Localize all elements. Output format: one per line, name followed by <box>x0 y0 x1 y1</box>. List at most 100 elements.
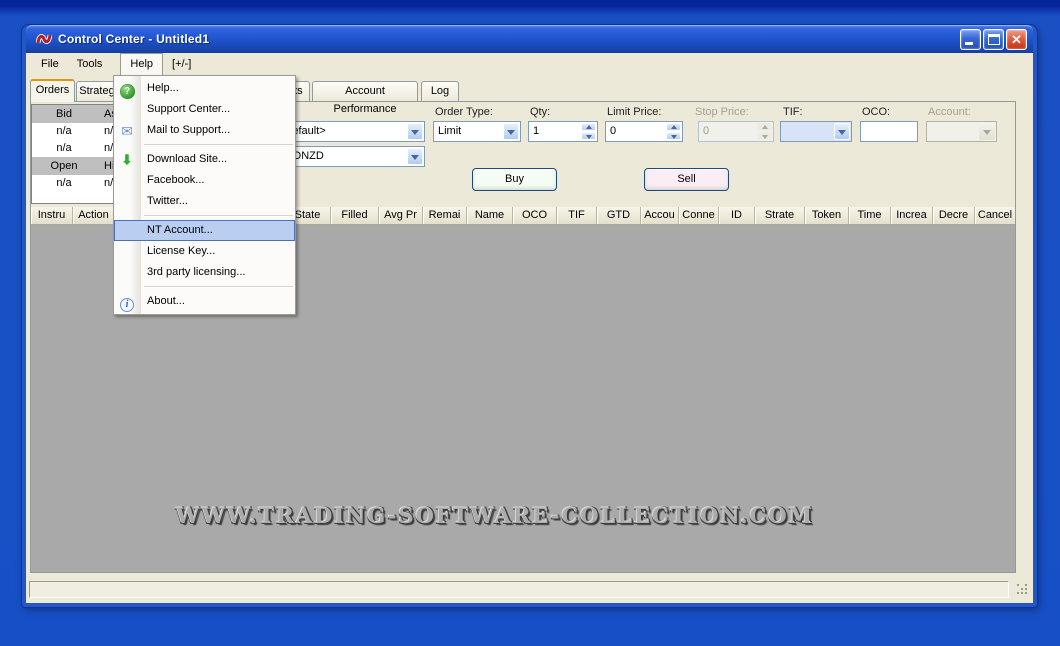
column-header-action[interactable]: Action <box>73 207 115 224</box>
titlebar[interactable]: Control Center - Untitled1 ✕ <box>26 25 1033 53</box>
oco-field[interactable] <box>861 122 917 141</box>
spin-down-icon[interactable] <box>581 132 596 140</box>
column-header-token[interactable]: Token <box>805 207 849 224</box>
bid-value: n/a <box>32 123 96 140</box>
mail-icon: ✉ <box>119 123 135 139</box>
bid-value: n/a <box>32 140 96 157</box>
sell-button[interactable]: Sell <box>644 168 729 191</box>
qty-value: 1 <box>533 125 539 137</box>
spin-down-icon[interactable] <box>666 132 681 140</box>
tab-orders[interactable]: Orders <box>30 79 75 102</box>
column-header-strategy[interactable]: Strate <box>755 207 805 224</box>
menu-item-download-site[interactable]: ⬇ Download Site... <box>114 149 295 170</box>
menu-item-nt-account[interactable]: NT Account... <box>114 220 295 241</box>
column-header-name[interactable]: Name <box>467 207 513 224</box>
menu-item-about[interactable]: i About... <box>114 291 295 312</box>
menu-tools[interactable]: Tools <box>68 53 112 75</box>
qty-stepper[interactable]: 1 <box>528 121 598 142</box>
bid-header: Bid <box>32 105 96 123</box>
open-value: n/a <box>32 175 96 192</box>
menu-file[interactable]: File <box>32 53 68 75</box>
status-bar <box>28 579 1031 600</box>
menu-item-mail-to-support[interactable]: ✉ Mail to Support... <box>114 120 295 141</box>
column-header-id[interactable]: ID <box>719 207 755 224</box>
minimize-icon <box>965 42 973 45</box>
download-icon: ⬇ <box>119 152 135 168</box>
menu-item-label: Mail to Support... <box>147 124 230 136</box>
app-icon <box>36 31 52 47</box>
resize-grip[interactable] <box>1017 584 1029 596</box>
menu-item-label: Support Center... <box>147 103 230 115</box>
column-header-avg-price[interactable]: Avg Pr <box>379 207 423 224</box>
menu-item-support-center[interactable]: Support Center... <box>114 99 295 120</box>
window-title: Control Center - Untitled1 <box>58 32 209 46</box>
menu-item-label: NT Account... <box>147 224 213 236</box>
column-header-oco[interactable]: OCO <box>513 207 557 224</box>
column-header-connection[interactable]: Conne <box>679 207 719 224</box>
chevron-down-icon[interactable] <box>503 123 519 140</box>
tab-account-performance[interactable]: Account Performance <box>312 81 418 101</box>
order-type-combo[interactable]: Limit <box>433 121 521 142</box>
close-button[interactable]: ✕ <box>1006 29 1027 50</box>
menu-item-label: About... <box>147 295 185 307</box>
menu-item-label: License Key... <box>147 245 215 257</box>
menu-item-label: Twitter... <box>147 195 188 207</box>
menu-item-label: Facebook... <box>147 174 204 186</box>
menu-item-license-key[interactable]: License Key... <box>114 241 295 262</box>
order-type-value: Limit <box>438 125 461 137</box>
status-message-field <box>29 581 1009 598</box>
column-header-decrease[interactable]: Decre <box>933 207 975 224</box>
watermark-text: WWW.TRADING-SOFTWARE-COLLECTION.COM <box>31 503 959 528</box>
account-label: Account: <box>928 106 971 119</box>
maximize-icon <box>988 34 1000 45</box>
spin-up-icon[interactable] <box>666 123 681 131</box>
menu-item-facebook[interactable]: Facebook... <box>114 170 295 191</box>
menu-separator <box>144 215 293 217</box>
qty-label: Qty: <box>530 106 550 119</box>
column-header-tif[interactable]: TIF <box>557 207 597 224</box>
spin-up-icon[interactable] <box>581 123 596 131</box>
limit-price-label: Limit Price: <box>607 106 661 119</box>
open-header: Open <box>32 157 96 175</box>
menu-help[interactable]: Help <box>120 53 163 75</box>
stop-price-stepper: 0 <box>698 121 774 142</box>
column-header-time[interactable]: Time <box>849 207 891 224</box>
chevron-down-icon[interactable] <box>834 123 850 140</box>
menu-item-help[interactable]: ? Help... <box>114 78 295 99</box>
chevron-down-icon[interactable] <box>407 148 423 165</box>
column-header-gtd[interactable]: GTD <box>597 207 641 224</box>
maximize-button[interactable] <box>983 29 1004 50</box>
menu-item-twitter[interactable]: Twitter... <box>114 191 295 212</box>
menu-item-label: 3rd party licensing... <box>147 266 245 278</box>
column-header-account[interactable]: Accou <box>641 207 679 224</box>
account-combo <box>926 121 997 142</box>
tab-log[interactable]: Log <box>421 81 459 101</box>
tif-label: TIF: <box>783 106 803 119</box>
menu-plus-minus[interactable]: [+/-] <box>163 53 200 75</box>
limit-price-value: 0 <box>610 125 616 137</box>
menu-item-label: Download Site... <box>147 153 227 165</box>
tif-combo[interactable] <box>780 121 852 142</box>
minimize-button[interactable] <box>960 29 981 50</box>
help-icon: ? <box>119 81 135 97</box>
menu-item-label: Help... <box>147 82 179 94</box>
order-type-label: Order Type: <box>435 106 493 119</box>
buy-button[interactable]: Buy <box>472 168 557 191</box>
help-menu-popup: ? Help... Support Center... ✉ Mail to Su… <box>113 75 296 315</box>
menu-separator <box>144 144 293 146</box>
stop-price-label: Stop Price: <box>695 106 749 119</box>
chevron-down-icon <box>979 123 995 140</box>
column-header-increase[interactable]: Increa <box>891 207 933 224</box>
column-header-instrument[interactable]: Instru <box>31 207 73 224</box>
menu-item-3rd-party-licensing[interactable]: 3rd party licensing... <box>114 262 295 283</box>
column-header-filled[interactable]: Filled <box>331 207 379 224</box>
menubar: File Tools Help [+/-] <box>26 53 1033 75</box>
spin-down-icon <box>757 132 772 140</box>
column-header-remaining[interactable]: Remai <box>423 207 467 224</box>
oco-field-wrap <box>860 121 918 142</box>
info-icon: i <box>119 294 135 310</box>
column-header-cancel[interactable]: Cancel <box>975 207 1015 224</box>
chevron-down-icon[interactable] <box>407 123 423 140</box>
limit-price-stepper[interactable]: 0 <box>605 121 683 142</box>
spin-up-icon <box>757 123 772 131</box>
